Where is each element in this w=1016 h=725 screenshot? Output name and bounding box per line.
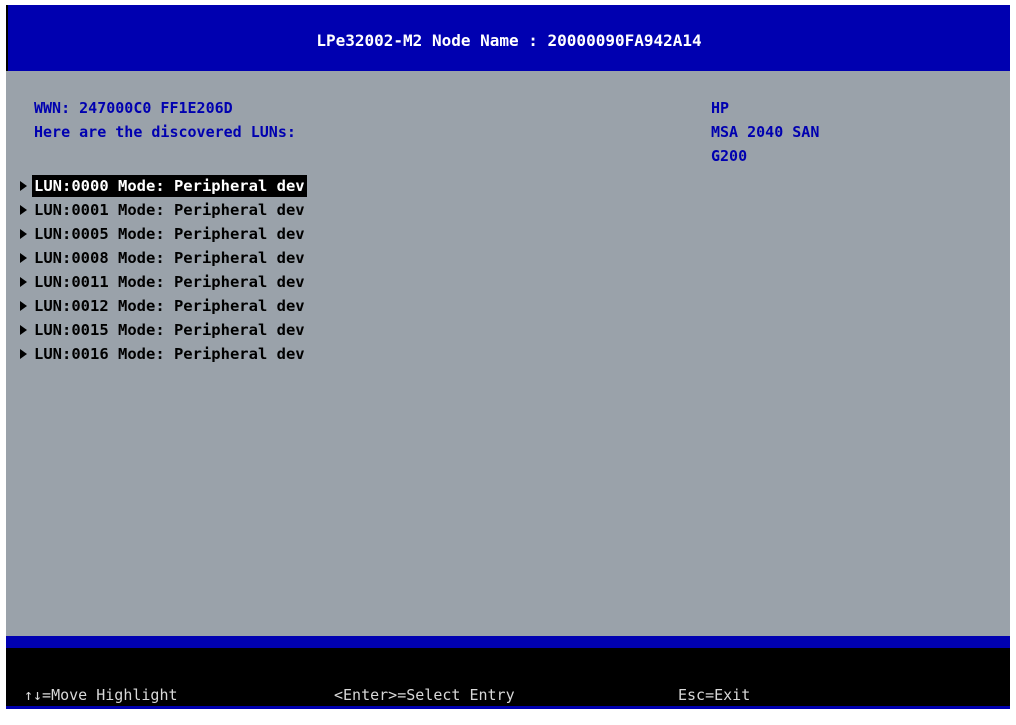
vendor-label: HP: [711, 99, 730, 117]
right-arrow-icon: [20, 277, 27, 287]
lun-item-label: LUN:0016 Mode: Peripheral dev: [34, 345, 305, 363]
main-panel: WWN: 247000C0 FF1E206D Here are the disc…: [6, 71, 1010, 636]
lun-item-label: LUN:0000 Mode: Peripheral dev: [32, 175, 307, 197]
lun-item-label: LUN:0015 Mode: Peripheral dev: [34, 321, 305, 339]
lun-item-label: LUN:0012 Mode: Peripheral dev: [34, 297, 305, 315]
key-help-bar: ↑↓=Move Highlight <Enter>=Select Entry E…: [6, 648, 1010, 709]
discovered-luns-heading: Here are the discovered LUNs:: [34, 123, 296, 141]
move-highlight-hint: ↑↓=Move Highlight: [24, 686, 178, 704]
lun-item-label: LUN:0011 Mode: Peripheral dev: [34, 273, 305, 291]
window-title: LPe32002-M2 Node Name : 20000090FA942A14: [316, 31, 702, 50]
right-arrow-icon: [20, 229, 27, 239]
product-label: MSA 2040 SAN: [711, 123, 820, 141]
wwn-label: WWN: 247000C0 FF1E206D: [34, 99, 233, 117]
right-arrow-icon: [20, 325, 27, 335]
right-arrow-icon: [20, 301, 27, 311]
lun-item-label: LUN:0005 Mode: Peripheral dev: [34, 225, 305, 243]
right-arrow-icon: [20, 205, 27, 215]
exit-hint: Esc=Exit: [678, 686, 751, 704]
right-arrow-icon: [20, 349, 27, 359]
footer-bottom-line: [6, 706, 1010, 709]
right-arrow-icon: [20, 181, 27, 191]
lun-item-label: LUN:0001 Mode: Peripheral dev: [34, 201, 305, 219]
lun-item-label: LUN:0008 Mode: Peripheral dev: [34, 249, 305, 267]
revision-label: G200: [711, 147, 748, 165]
right-arrow-icon: [20, 253, 27, 263]
title-bar: LPe32002-M2 Node Name : 20000090FA942A14: [6, 5, 1010, 71]
select-entry-hint: <Enter>=Select Entry: [334, 686, 515, 704]
footer-divider: [6, 636, 1010, 648]
